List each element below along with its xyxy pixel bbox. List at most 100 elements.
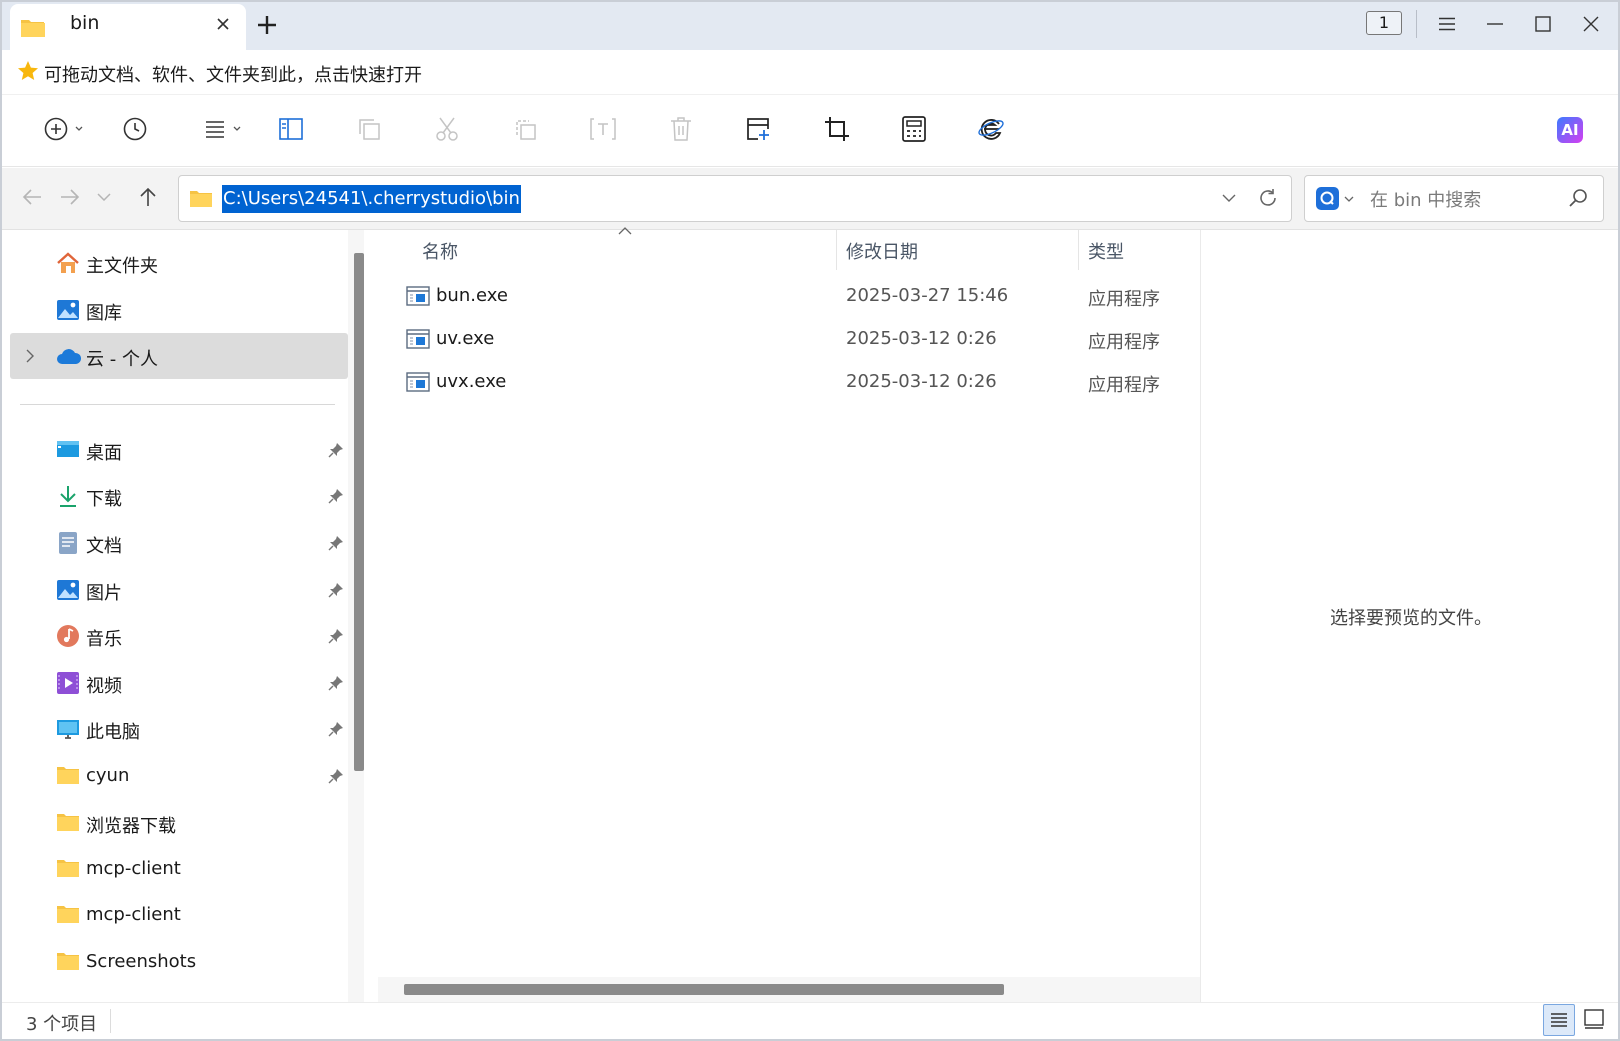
up-arrow-icon[interactable]	[139, 187, 157, 207]
nav-item-home[interactable]: 主文件夹	[10, 240, 348, 286]
new-item-button[interactable]	[38, 109, 92, 149]
new-tab-icon[interactable]	[256, 14, 278, 36]
search-input[interactable]: 在 bin 中搜索	[1370, 186, 1481, 212]
list-scrollbar-thumb[interactable]	[404, 984, 1004, 995]
nav-item-pictures[interactable]: 图片	[10, 567, 348, 613]
search-icon[interactable]	[1569, 188, 1589, 208]
file-name: uv.exe	[436, 328, 495, 349]
pin-icon[interactable]	[328, 675, 344, 691]
nav-scrollbar-thumb[interactable]	[354, 253, 364, 771]
folder-icon	[56, 811, 80, 835]
navigation-pane: 主文件夹 图库 云 - 个人 桌面 下载 文档 图片 音乐 视频 此电脑 cyu…	[2, 230, 367, 1002]
pin-icon[interactable]	[328, 488, 344, 504]
pin-icon[interactable]	[328, 628, 344, 644]
sort-ascending-icon	[618, 227, 632, 235]
computer-icon	[56, 717, 80, 741]
nav-item-mcp-client[interactable]: mcp-client	[10, 846, 348, 892]
search-engine-icon[interactable]	[1316, 187, 1339, 210]
pin-icon[interactable]	[328, 768, 344, 784]
minimize-icon[interactable]	[1471, 0, 1519, 48]
folder-icon	[56, 950, 80, 974]
status-bar	[2, 1002, 1618, 1039]
browser-icon[interactable]	[971, 109, 1011, 149]
expand-chevron-icon[interactable]	[26, 349, 34, 363]
nav-item-downloads[interactable]: 下载	[10, 473, 348, 519]
close-window-icon[interactable]	[1567, 0, 1615, 48]
music-icon	[56, 624, 80, 648]
details-pane-icon[interactable]	[271, 109, 311, 149]
column-header-type[interactable]: 类型	[1088, 238, 1124, 264]
pin-icon[interactable]	[328, 582, 344, 598]
nav-item-cloud[interactable]: 云 - 个人	[10, 333, 348, 379]
column-separator[interactable]	[1078, 230, 1079, 270]
nav-item-mcp-client[interactable]: mcp-client	[10, 892, 348, 938]
file-type: 应用程序	[1088, 332, 1160, 353]
document-icon	[56, 531, 80, 555]
folder-icon	[56, 857, 80, 881]
refresh-icon[interactable]	[1258, 188, 1278, 208]
view-options-button[interactable]	[200, 109, 248, 149]
nav-item-desktop[interactable]: 桌面	[10, 427, 348, 473]
search-engine-chevron-icon[interactable]	[1344, 196, 1354, 202]
instance-count-badge[interactable]: 1	[1366, 11, 1402, 35]
status-divider	[110, 1009, 111, 1033]
pin-icon[interactable]	[328, 535, 344, 551]
nav-item-music[interactable]: 音乐	[10, 613, 348, 659]
column-header-modified[interactable]: 修改日期	[846, 238, 918, 264]
paste-icon[interactable]	[505, 109, 545, 149]
pictures-icon	[56, 578, 80, 602]
forward-arrow-icon[interactable]	[60, 188, 80, 206]
details-view-button[interactable]	[1543, 1004, 1575, 1036]
star-icon	[17, 60, 39, 82]
maximize-icon[interactable]	[1519, 0, 1567, 48]
titlebar-divider	[1416, 10, 1417, 38]
cut-icon[interactable]	[427, 109, 467, 149]
recent-history-icon[interactable]	[115, 109, 155, 149]
file-row-uv[interactable]: uv.exe 2025-03-12 0:26 应用程序	[400, 318, 1180, 361]
nav-item-cyun[interactable]: cyun	[10, 753, 348, 799]
delete-icon[interactable]	[661, 109, 701, 149]
pin-icon[interactable]	[328, 442, 344, 458]
folder-icon	[20, 16, 46, 38]
menu-icon[interactable]	[1423, 0, 1471, 48]
file-row-uvx[interactable]: uvx.exe 2025-03-12 0:26 应用程序	[400, 361, 1180, 404]
pin-icon[interactable]	[328, 721, 344, 737]
nav-item-videos[interactable]: 视频	[10, 660, 348, 706]
file-type: 应用程序	[1088, 375, 1160, 396]
column-separator[interactable]	[836, 230, 837, 270]
nav-item-documents[interactable]: 文档	[10, 520, 348, 566]
new-window-icon[interactable]	[739, 109, 779, 149]
rename-icon[interactable]	[583, 109, 623, 149]
nav-divider	[20, 404, 335, 405]
nav-item-this-pc[interactable]: 此电脑	[10, 706, 348, 752]
column-header-name[interactable]: 名称	[422, 238, 458, 264]
file-name: bun.exe	[436, 285, 508, 306]
desktop-icon	[56, 438, 80, 462]
crop-icon[interactable]	[817, 109, 857, 149]
copy-icon[interactable]	[349, 109, 389, 149]
calculator-icon[interactable]	[894, 109, 934, 149]
address-path[interactable]: C:\Users\24541\.cherrystudio\bin	[222, 185, 521, 213]
back-arrow-icon[interactable]	[22, 188, 42, 206]
nav-item-screenshots[interactable]: Screenshots	[10, 939, 348, 985]
address-history-chevron-icon[interactable]	[1222, 194, 1236, 202]
file-name: uvx.exe	[436, 371, 507, 392]
file-modified: 2025-03-12 0:26	[846, 328, 997, 349]
tab-bin[interactable]	[10, 4, 246, 50]
nav-item-gallery[interactable]: 图库	[10, 287, 348, 333]
nav-item-browser-downloads[interactable]: 浏览器下载	[10, 800, 348, 846]
folder-icon	[56, 764, 80, 788]
ai-assistant-button[interactable]: AI	[1557, 117, 1583, 143]
cloud-icon	[56, 344, 82, 368]
home-icon	[56, 251, 80, 275]
folder-icon	[56, 903, 80, 927]
close-tab-icon[interactable]	[216, 17, 230, 31]
tab-title: bin	[70, 12, 100, 34]
recent-locations-chevron-icon[interactable]	[97, 193, 111, 201]
folder-icon	[189, 188, 213, 208]
file-row-bun[interactable]: bun.exe 2025-03-27 15:46 应用程序	[400, 275, 1180, 318]
file-modified: 2025-03-27 15:46	[846, 285, 1009, 306]
large-icons-view-button[interactable]	[1583, 1008, 1605, 1030]
file-type: 应用程序	[1088, 289, 1160, 310]
executable-icon	[406, 329, 430, 349]
